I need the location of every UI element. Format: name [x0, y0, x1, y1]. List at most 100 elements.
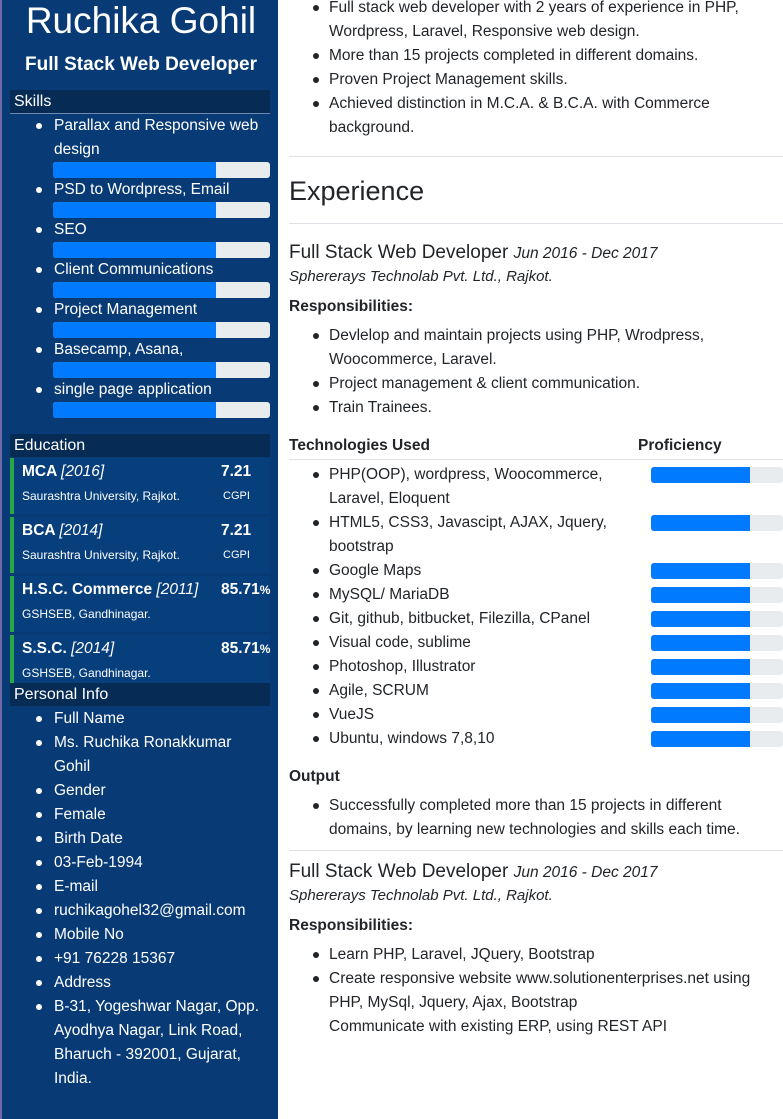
- text-line: Git, github, bitbucket, Filezilla, CPane…: [329, 610, 591, 627]
- skill-progress-bar: [53, 162, 270, 178]
- bullet-icon: [36, 812, 42, 818]
- experience-divider: [289, 223, 783, 224]
- bullet-icon: [36, 1004, 42, 1010]
- text-line: MySQL/ MariaDB: [329, 586, 450, 603]
- skill-progress-fill: [53, 402, 216, 418]
- text-line: Devlelop and maintain projects using PHP…: [329, 327, 705, 344]
- candidate-name: Ruchika Gohil: [25, 0, 257, 41]
- text-line: domains, by learning new technologies an…: [329, 821, 740, 838]
- bullet-icon: [36, 716, 42, 722]
- bullet-icon: [313, 976, 319, 982]
- bullet-icon: [36, 932, 42, 938]
- skill-progress-fill: [53, 282, 216, 298]
- list-item: Achieved distinction in M.C.A. & B.C.A. …: [329, 92, 779, 140]
- bullet-icon: [313, 592, 319, 598]
- degree-name: S.S.C.: [22, 640, 67, 657]
- personal-info-heading: Personal Info: [10, 683, 270, 706]
- text-line: HTML5, CSS3, Javascipt, AJAX, Jquery,: [329, 514, 607, 531]
- text-line: Communicate with existing ERP, using RES…: [329, 1018, 667, 1035]
- education-degree: S.S.C. [2014]: [22, 638, 114, 660]
- bullet-icon: [313, 405, 319, 411]
- skill-progress-fill: [53, 162, 216, 178]
- score-unit: CGPI: [223, 549, 250, 561]
- bullet-icon: [313, 520, 319, 526]
- list-item: Proven Project Management skills.: [329, 68, 779, 92]
- score-value: 85.71: [221, 581, 260, 598]
- education-degree: MCA [2016]: [22, 461, 104, 483]
- text-line: Parallax and Responsive web: [54, 117, 259, 134]
- education-degree: H.S.C. Commerce [2011]: [22, 579, 198, 601]
- text-line: B-31, Yogeshwar Nagar, Opp.: [54, 998, 260, 1015]
- bullet-icon: [36, 956, 42, 962]
- proficiency-bar: [651, 707, 783, 723]
- skill-label: single page application: [54, 378, 269, 402]
- job-date: Jun 2016 - Dec 2017: [513, 245, 658, 262]
- bullet-icon: [36, 908, 42, 914]
- text-line: Female: [54, 806, 106, 823]
- bullet-icon: [36, 387, 42, 393]
- technology-item: Visual code, sublime: [329, 631, 629, 655]
- proficiency-fill: [651, 611, 750, 627]
- section-divider: [289, 156, 783, 157]
- skill-label: Parallax and Responsive web design: [54, 114, 269, 162]
- job-title-text: Full Stack Web Developer: [289, 861, 509, 882]
- personal-info-item: Ms. Ruchika Ronakkumar Gohil: [54, 731, 269, 779]
- score-value: 7.21: [221, 522, 252, 539]
- score-unit: CGPI: [223, 490, 250, 502]
- skill-progress-fill: [53, 322, 216, 338]
- text-line: Successfully completed more than 15 proj…: [329, 797, 722, 814]
- bullet-icon: [36, 836, 42, 842]
- bullet-icon: [313, 712, 319, 718]
- personal-info-item: ruchikagohel32@gmail.com: [54, 899, 269, 923]
- personal-info-item: 03-Feb-1994: [54, 851, 269, 875]
- bullet-icon: [36, 267, 42, 273]
- bullet-icon: [313, 53, 319, 59]
- education-institution: GSHSEB, Gandhinagar.: [22, 666, 151, 680]
- text-line: Proven Project Management skills.: [329, 71, 568, 88]
- technology-item: Git, github, bitbucket, Filezilla, CPane…: [329, 607, 629, 631]
- bullet-icon: [313, 333, 319, 339]
- text-line: Bharuch - 392001, Gujarat,: [54, 1046, 241, 1063]
- proficiency-fill: [651, 659, 750, 675]
- list-item: Train Trainees.: [329, 396, 779, 420]
- text-line: Basecamp, Asana,: [54, 341, 184, 358]
- job-title-text: Full Stack Web Developer: [289, 242, 509, 263]
- bullet-icon: [36, 187, 42, 193]
- education-heading: Education: [10, 434, 270, 457]
- score-value: 85.71: [221, 640, 260, 657]
- education-score: 85.71%: [221, 579, 270, 601]
- technology-item: PHP(OOP), wordpress, Woocommerce, Laravel…: [329, 463, 629, 511]
- job-company: Sphererays Technolab Pvt. Ltd., Rajkot.: [289, 887, 553, 904]
- proficiency-fill: [651, 563, 750, 579]
- bullet-icon: [313, 664, 319, 670]
- responsibilities-heading: Responsibilities:: [289, 298, 414, 315]
- text-line: Learn PHP, Laravel, JQuery, Bootstrap: [329, 946, 595, 963]
- proficiency-fill: [651, 635, 750, 651]
- text-line: Train Trainees.: [329, 399, 432, 416]
- personal-info-item: +91 76228 15367: [54, 947, 269, 971]
- text-line: E-mail: [54, 878, 98, 895]
- education-card: MCA [2016] Saurashtra University, Rajkot.…: [10, 458, 270, 514]
- text-line: 03-Feb-1994: [54, 854, 143, 871]
- text-line: Project management & client communicatio…: [329, 375, 641, 392]
- bullet-icon: [36, 123, 42, 129]
- text-line: Full Name: [54, 710, 125, 727]
- technology-item: MySQL/ MariaDB: [329, 583, 629, 607]
- text-line: Laravel, Eloquent: [329, 490, 450, 507]
- list-item: Successfully completed more than 15 proj…: [329, 794, 779, 842]
- education-institution: Saurashtra University, Rajkot.: [22, 548, 180, 562]
- bullet-icon: [313, 472, 319, 478]
- text-line: Create responsive website www.solutionen…: [329, 970, 751, 987]
- text-line: Ms. Ruchika Ronakkumar: [54, 734, 232, 751]
- proficiency-fill: [651, 707, 750, 723]
- text-line: Achieved distinction in M.C.A. & B.C.A. …: [329, 95, 710, 112]
- text-line: SEO: [54, 221, 87, 238]
- technology-item: Ubuntu, windows 7,8,10: [329, 727, 629, 751]
- personal-info-item: E-mail: [54, 875, 269, 899]
- bullet-icon: [36, 788, 42, 794]
- text-line: bootstrap: [329, 538, 394, 555]
- bullet-icon: [313, 616, 319, 622]
- bullet-icon: [36, 227, 42, 233]
- technology-item: Google Maps: [329, 559, 629, 583]
- skill-progress-bar: [53, 282, 270, 298]
